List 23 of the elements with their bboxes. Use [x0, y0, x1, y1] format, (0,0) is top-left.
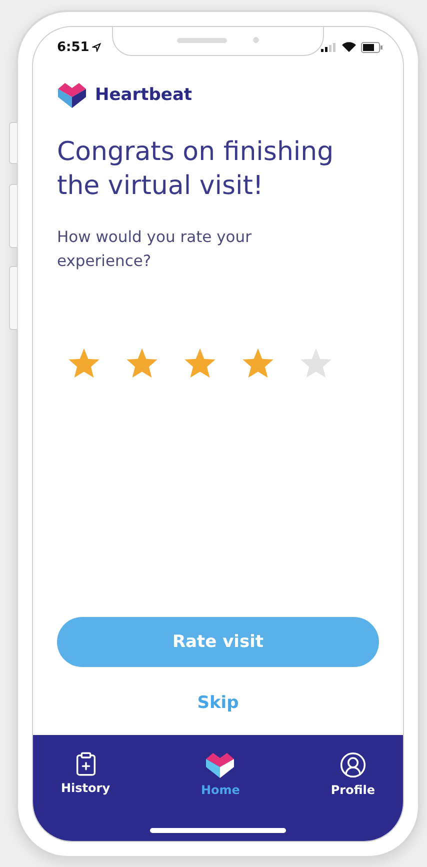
- heart-logo-icon: [57, 81, 87, 109]
- star-icon[interactable]: [125, 347, 159, 379]
- rating-prompt: How would you rate your experience?: [57, 227, 252, 272]
- battery-icon: [361, 42, 383, 52]
- profile-icon: [338, 751, 367, 779]
- rate-visit-button[interactable]: Rate visit: [57, 617, 379, 667]
- tab[interactable]: History: [55, 747, 116, 803]
- location-icon: [92, 42, 102, 52]
- heart-icon: [205, 751, 236, 779]
- wifi-icon: [342, 42, 356, 52]
- status-time: 6:51: [57, 40, 90, 54]
- tab[interactable]: Home: [194, 747, 246, 803]
- star-icon[interactable]: [241, 347, 275, 379]
- heading: Congrats on finishing the virtual visit!: [57, 136, 335, 203]
- signal-icon: [321, 42, 337, 52]
- star-icon[interactable]: [299, 347, 333, 379]
- speaker: [177, 38, 227, 42]
- camera: [253, 37, 259, 43]
- skip-link[interactable]: Skip: [189, 689, 247, 717]
- tab[interactable]: Profile: [324, 747, 381, 803]
- star-icon[interactable]: [67, 347, 101, 379]
- star-icon[interactable]: [183, 347, 217, 379]
- app-name: Heartbeat: [95, 85, 192, 105]
